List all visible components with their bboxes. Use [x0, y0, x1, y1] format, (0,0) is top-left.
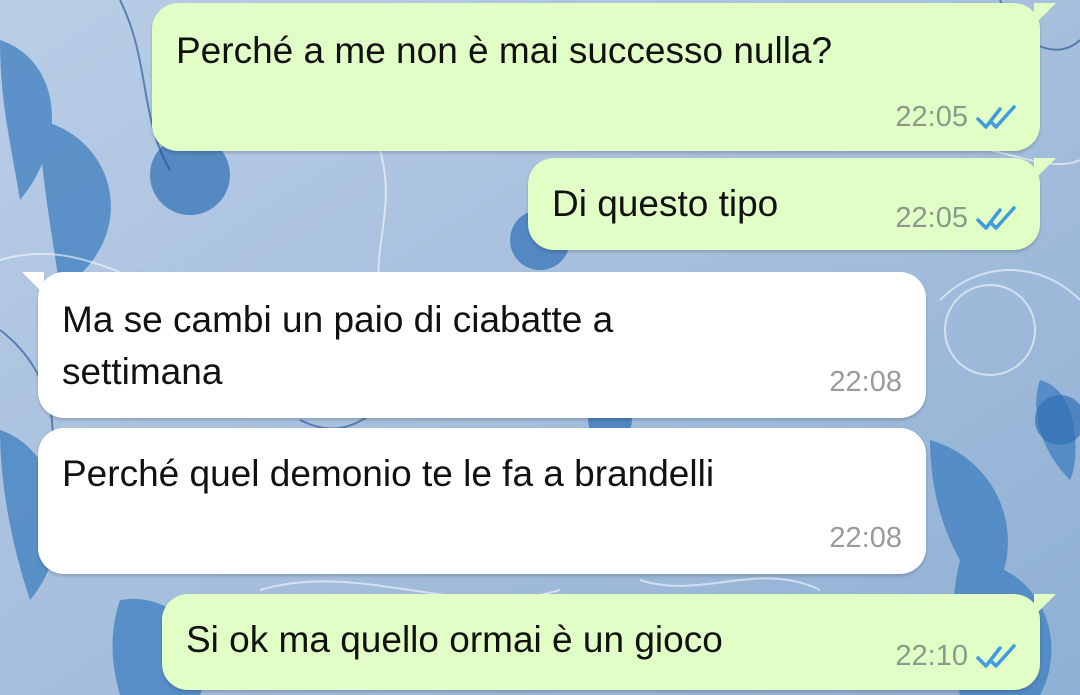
message-text: Si ok ma quello ormai è un gioco [186, 619, 723, 660]
message-text: Perché a me non è mai successo nulla? [176, 30, 833, 71]
message-meta: 22:05 [895, 202, 1018, 235]
message-time: 22:08 [829, 522, 902, 554]
chat-thread[interactable]: Perché a me non è mai successo nulla? 22… [0, 0, 1080, 695]
message-time: 22:05 [895, 101, 968, 133]
bubble-tail [1034, 158, 1056, 180]
bubble-tail [22, 272, 44, 294]
message-meta: 22:05 [895, 101, 1018, 134]
bubble-tail [1034, 594, 1056, 616]
message-bubble-outgoing[interactable]: Di questo tipo 22:05 [528, 158, 1056, 250]
message-text: Di questo tipo [552, 183, 779, 224]
message-bubble-incoming[interactable]: Ma se cambi un paio di ciabatte a settim… [22, 272, 926, 418]
message-meta: 22:08 [829, 366, 902, 399]
message-meta: 22:08 [829, 522, 902, 555]
bubble-tail [1034, 3, 1056, 25]
message-meta: 22:10 [895, 640, 1018, 673]
message-text: Ma se cambi un paio di ciabatte a settim… [62, 299, 614, 392]
double-check-read-icon [976, 205, 1016, 230]
message-bubble-outgoing[interactable]: Si ok ma quello ormai è un gioco 22:10 [162, 594, 1056, 690]
message-text: Perché quel demonio te le fa a brandelli [62, 453, 715, 494]
double-check-read-icon [976, 104, 1016, 129]
message-bubble-outgoing[interactable]: Perché a me non è mai successo nulla? 22… [152, 3, 1056, 151]
message-time: 22:10 [895, 640, 968, 672]
double-check-read-icon [976, 643, 1016, 668]
message-time: 22:08 [829, 366, 902, 398]
message-time: 22:05 [895, 202, 968, 234]
message-bubble-incoming[interactable]: Perché quel demonio te le fa a brandelli… [38, 428, 926, 574]
